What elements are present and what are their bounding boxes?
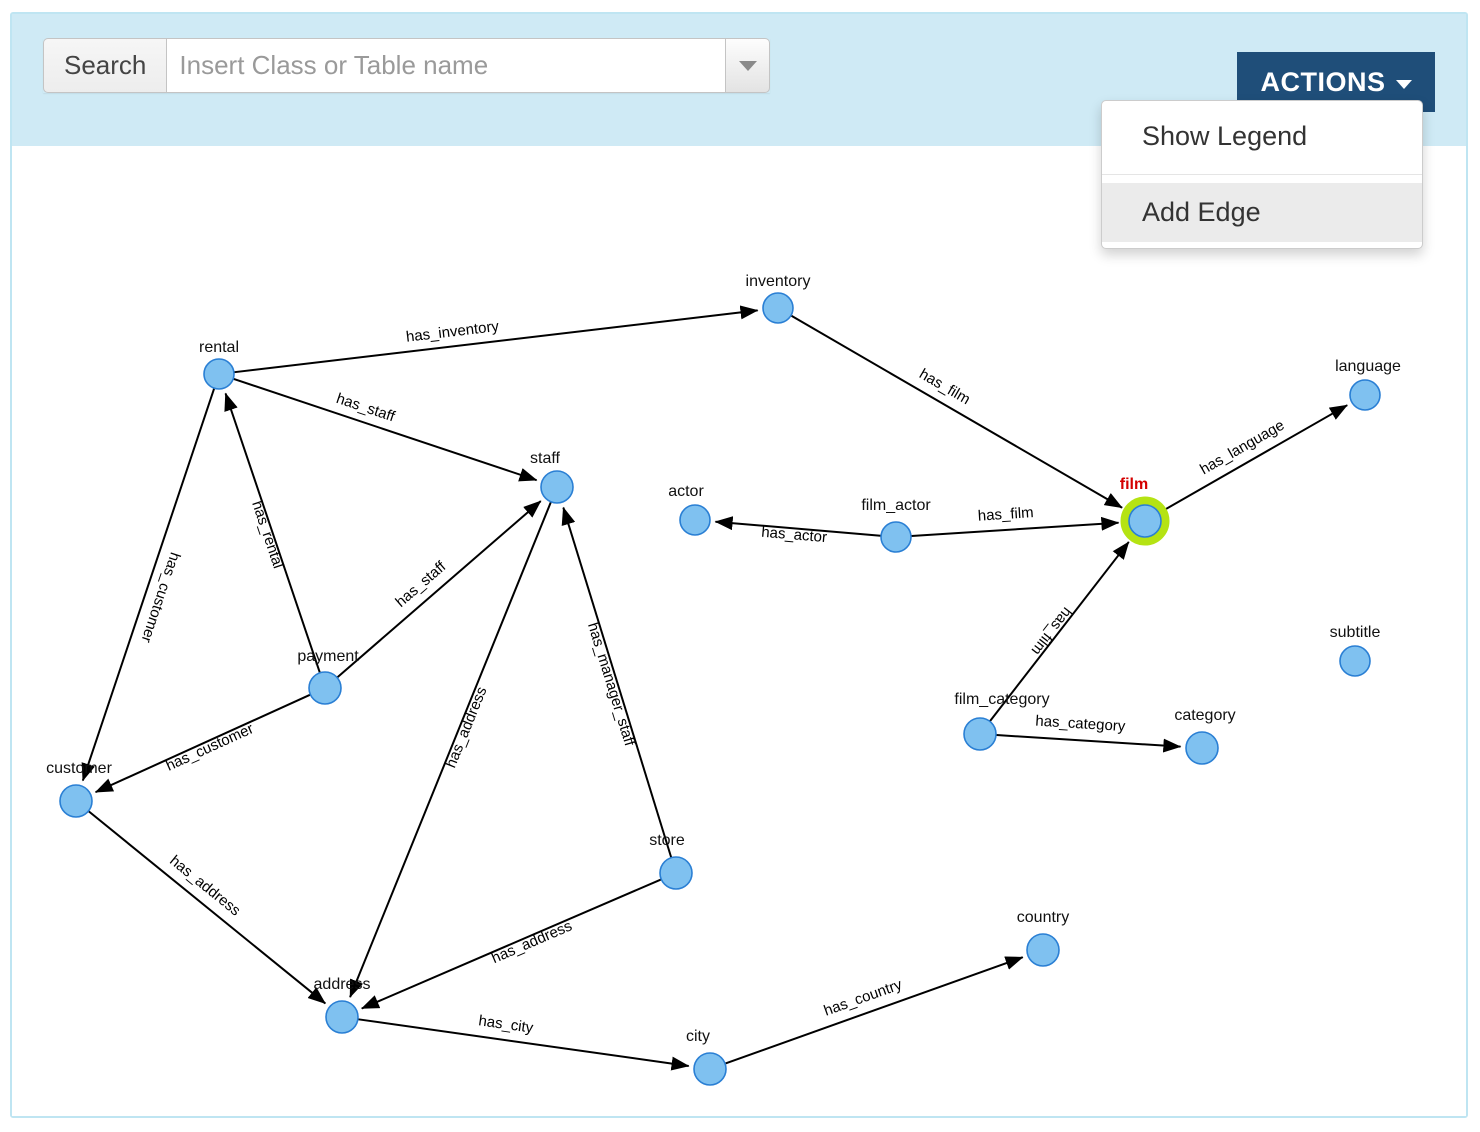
graph-node[interactable] [880,521,912,553]
edge-label: has_rental [248,499,287,571]
edge-label: has_city [477,1012,534,1037]
edge-label: has_country [822,976,905,1020]
actions-button-label: ACTIONS [1260,66,1386,97]
node-label: payment [297,648,359,665]
graph-edge[interactable] [88,810,326,1005]
node-label: film [1120,476,1148,493]
edge-label: has_staff [334,390,398,426]
node-label: actor [668,483,704,500]
graph-canvas[interactable]: has_inventory has_staff has_customer has_fi… [12,146,1466,1116]
node-label: store [649,832,685,849]
graph-node[interactable] [762,292,794,324]
app-root: Search ACTIONS Show Legend Add Edge has_… [0,0,1480,1132]
graph-node[interactable] [540,470,574,504]
edge-label: has_staff [392,558,450,611]
graph-edge[interactable] [725,956,1024,1065]
graph-node[interactable] [308,671,342,705]
caret-down-icon [1395,79,1412,89]
node-label: language [1335,358,1401,375]
menu-item-show-legend[interactable]: Show Legend [1102,107,1422,166]
search-group: Search [43,38,771,93]
edge-label: has_address [166,852,243,919]
edge-label: has_address [442,684,490,770]
graph-edge[interactable] [1163,404,1348,512]
graph-edge[interactable] [996,734,1182,753]
graph-node[interactable] [1339,645,1371,677]
node-label: country [1017,909,1069,926]
graph-edge[interactable] [336,500,542,678]
edge-label: has_actor [761,524,828,546]
node-label: city [686,1028,710,1045]
graph-svg: has_inventoryhas_staffhas_customerhas_fi… [46,273,1401,1086]
graph-edge[interactable] [790,314,1123,509]
graph-node[interactable] [1349,379,1381,411]
node-label: rental [199,339,239,356]
menu-item-add-edge[interactable]: Add Edge [1102,183,1422,242]
graph-node[interactable] [693,1052,727,1086]
edge-label: has_manager_staff [584,621,638,749]
menu-divider [1102,174,1422,175]
search-input[interactable] [166,38,727,93]
edge-label: has_film [916,365,973,408]
edge-label: has_film [977,504,1034,525]
search-label: Search [43,38,167,93]
graph-node[interactable] [1026,933,1060,967]
node-label: film_category [954,691,1049,708]
node-label: category [1174,707,1235,724]
graph-node[interactable] [1185,731,1219,765]
graph-node[interactable] [659,856,693,890]
graph-edge[interactable] [911,516,1120,538]
search-dropdown-button[interactable] [726,38,771,93]
node-label: subtitle [1330,624,1381,641]
graph-node[interactable] [59,784,93,818]
nodes-layer: rental inventory staff actor film_actor film l… [46,273,1401,1086]
actions-dropdown-menu: Show Legend Add Edge [1101,100,1423,249]
edge-label: has_address [489,917,575,967]
graph-node[interactable] [1128,504,1162,538]
edge-label: has_category [1035,712,1126,735]
graph-edge[interactable] [81,388,216,782]
edge-label: has_film [1028,604,1076,659]
graph-node[interactable] [963,717,997,751]
node-label: staff [530,450,561,467]
node-label: address [314,976,371,993]
graph-node[interactable] [325,1000,359,1034]
edges-layer: has_inventoryhas_staffhas_customerhas_fi… [81,305,1348,1071]
graph-node[interactable] [203,358,235,390]
graph-edge[interactable] [233,377,538,482]
graph-node[interactable] [679,504,711,536]
edge-label: has_customer [163,720,256,774]
node-label: inventory [746,273,811,290]
node-label: customer [46,760,112,777]
node-label: film_actor [861,497,931,514]
caret-down-icon [738,60,757,71]
